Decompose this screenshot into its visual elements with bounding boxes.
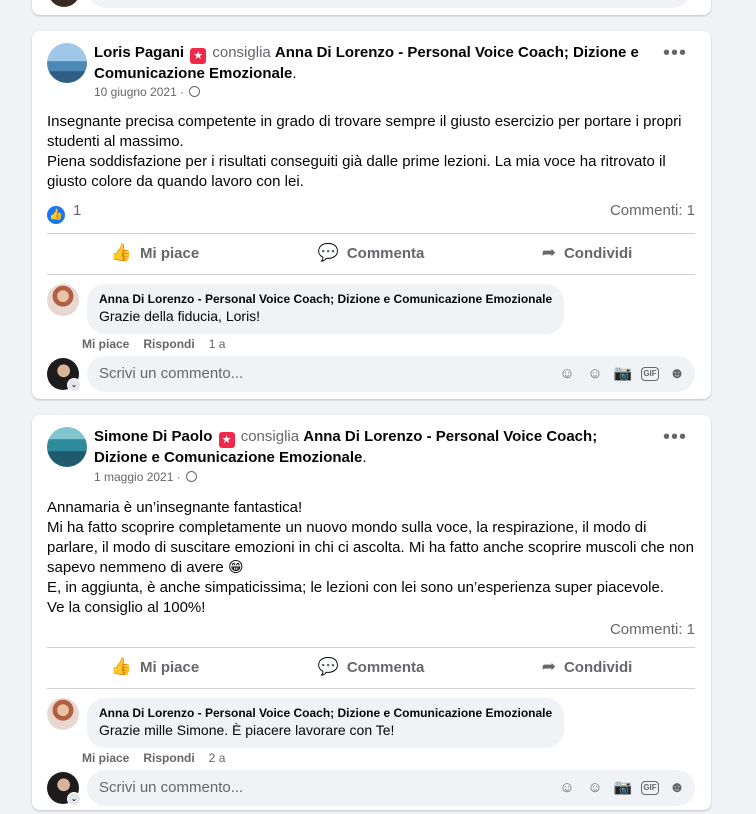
sticker-icon[interactable]: ☻ bbox=[667, 778, 687, 798]
chevron-down-icon[interactable]: ⌄ bbox=[67, 378, 81, 392]
share-arrow-icon: ➦ bbox=[541, 657, 556, 676]
more-options-icon[interactable]: ••• bbox=[663, 43, 687, 63]
comment-button[interactable]: 💬 Commenta bbox=[263, 235, 479, 271]
author-avatar[interactable] bbox=[47, 427, 87, 467]
write-comment-row: ⌄ ☺ ☺ 📷 GIF ☻ bbox=[47, 356, 695, 392]
previous-post-card bbox=[32, 0, 711, 15]
speech-bubble-icon: 💬 bbox=[317, 657, 339, 676]
comment-tools: ☺ ☺ 📷 GIF ☻ bbox=[557, 778, 687, 798]
post-body: Annamaria è un’insegnante fantastica! Mi… bbox=[47, 499, 694, 616]
comment-actions: Mi piace Rispondi 2 a bbox=[82, 751, 225, 765]
commenter-avatar[interactable] bbox=[47, 698, 79, 730]
speech-bubble-icon: 💬 bbox=[317, 243, 339, 262]
globe-icon bbox=[186, 471, 198, 482]
avatar-sticker-icon[interactable]: ☺ bbox=[557, 364, 577, 384]
post-date[interactable]: 1 maggio 2021 · bbox=[94, 470, 181, 484]
commenter-name[interactable]: Anna Di Lorenzo - Personal Voice Coach; … bbox=[99, 291, 552, 307]
gif-icon[interactable]: GIF bbox=[641, 367, 659, 381]
gif-icon[interactable]: GIF bbox=[641, 781, 659, 795]
review-post: Simone Di Paolo ★ consiglia Anna Di Lore… bbox=[32, 415, 711, 810]
comment-reply-link[interactable]: Rispondi bbox=[143, 751, 194, 765]
emoji-icon[interactable]: ☺ bbox=[585, 364, 605, 384]
author-avatar[interactable] bbox=[47, 43, 87, 83]
post-date[interactable]: 10 giugno 2021 · bbox=[94, 85, 184, 99]
comments-count[interactable]: Commenti: 1 bbox=[610, 621, 695, 638]
comment-like-link[interactable]: Mi piace bbox=[82, 751, 129, 765]
comment-button[interactable]: 💬 Commenta bbox=[263, 649, 479, 685]
reactions-bar: Commenti: 1 bbox=[47, 621, 695, 643]
thumbs-up-icon: 👍 bbox=[110, 243, 132, 262]
post-meta: 10 giugno 2021 · bbox=[94, 85, 201, 99]
post-header: Simone Di Paolo ★ consiglia Anna Di Lore… bbox=[94, 428, 598, 466]
author-name[interactable]: Simone Di Paolo bbox=[94, 428, 212, 445]
more-options-icon[interactable]: ••• bbox=[663, 427, 687, 447]
sticker-icon[interactable]: ☻ bbox=[667, 364, 687, 384]
comment-age[interactable]: 2 a bbox=[209, 751, 226, 765]
avatar bbox=[48, 0, 80, 7]
commenter-name[interactable]: Anna Di Lorenzo - Personal Voice Coach; … bbox=[99, 705, 552, 721]
divider bbox=[47, 233, 695, 234]
post-header: Loris Pagani ★ consiglia Anna Di Lorenzo… bbox=[94, 44, 639, 82]
comment-tools: ☺ ☺ 📷 GIF ☻ bbox=[557, 364, 687, 384]
comment-input-partial[interactable] bbox=[88, 0, 691, 8]
globe-icon bbox=[189, 86, 201, 97]
comment-actions: Mi piace Rispondi 1 a bbox=[82, 337, 225, 351]
comment-age[interactable]: 1 a bbox=[209, 337, 226, 351]
divider bbox=[47, 274, 695, 275]
action-bar: 👍 Mi piace 💬 Commenta ➦ Condividi bbox=[47, 235, 695, 271]
comment-input[interactable] bbox=[99, 779, 399, 796]
emoji-icon[interactable]: ☺ bbox=[585, 778, 605, 798]
like-button[interactable]: 👍 Mi piace bbox=[47, 235, 263, 271]
reaction-count[interactable]: 1 bbox=[73, 202, 81, 219]
recommends-verb: consiglia bbox=[212, 44, 271, 61]
comment-input[interactable] bbox=[99, 365, 399, 382]
like-reaction-icon[interactable]: 👍 bbox=[47, 206, 65, 224]
post-body: Insegnante precisa competente in grado d… bbox=[47, 113, 682, 190]
recommends-verb: consiglia bbox=[240, 428, 300, 445]
comment-text: Grazie mille Simone. È piacere lavorare … bbox=[99, 722, 395, 738]
action-bar: 👍 Mi piace 💬 Commenta ➦ Condividi bbox=[47, 649, 695, 685]
share-button[interactable]: ➦ Condividi bbox=[479, 649, 695, 685]
recommend-badge-icon: ★ bbox=[190, 48, 207, 64]
comment-bubble: Anna Di Lorenzo - Personal Voice Coach; … bbox=[87, 284, 565, 334]
chevron-down-icon[interactable]: ⌄ bbox=[67, 792, 81, 806]
camera-icon[interactable]: 📷 bbox=[613, 364, 633, 384]
comments-count[interactable]: Commenti: 1 bbox=[610, 202, 695, 219]
thumbs-up-icon: 👍 bbox=[110, 657, 132, 676]
comment-text: Grazie della fiducia, Loris! bbox=[99, 308, 261, 324]
comment-bubble: Anna Di Lorenzo - Personal Voice Coach; … bbox=[87, 698, 565, 748]
review-post: Loris Pagani ★ consiglia Anna Di Lorenzo… bbox=[32, 31, 711, 399]
share-button[interactable]: ➦ Condividi bbox=[479, 235, 695, 271]
write-comment-row: ⌄ ☺ ☺ 📷 GIF ☻ bbox=[47, 770, 695, 806]
recommend-badge-icon: ★ bbox=[218, 432, 235, 448]
share-arrow-icon: ➦ bbox=[541, 243, 556, 262]
comment-box: ☺ ☺ 📷 GIF ☻ bbox=[87, 356, 695, 392]
avatar-sticker-icon[interactable]: ☺ bbox=[557, 778, 577, 798]
camera-icon[interactable]: 📷 bbox=[613, 778, 633, 798]
divider bbox=[47, 688, 695, 689]
comment-box: ☺ ☺ 📷 GIF ☻ bbox=[87, 770, 695, 806]
like-button[interactable]: 👍 Mi piace bbox=[47, 649, 263, 685]
author-name[interactable]: Loris Pagani bbox=[94, 44, 184, 61]
reactions-bar: 👍 1 Commenti: 1 bbox=[47, 202, 695, 224]
divider bbox=[47, 647, 695, 648]
commenter-avatar[interactable] bbox=[47, 284, 79, 316]
comment-like-link[interactable]: Mi piace bbox=[82, 337, 129, 351]
post-meta: 1 maggio 2021 · bbox=[94, 470, 198, 484]
comment-reply-link[interactable]: Rispondi bbox=[143, 337, 194, 351]
